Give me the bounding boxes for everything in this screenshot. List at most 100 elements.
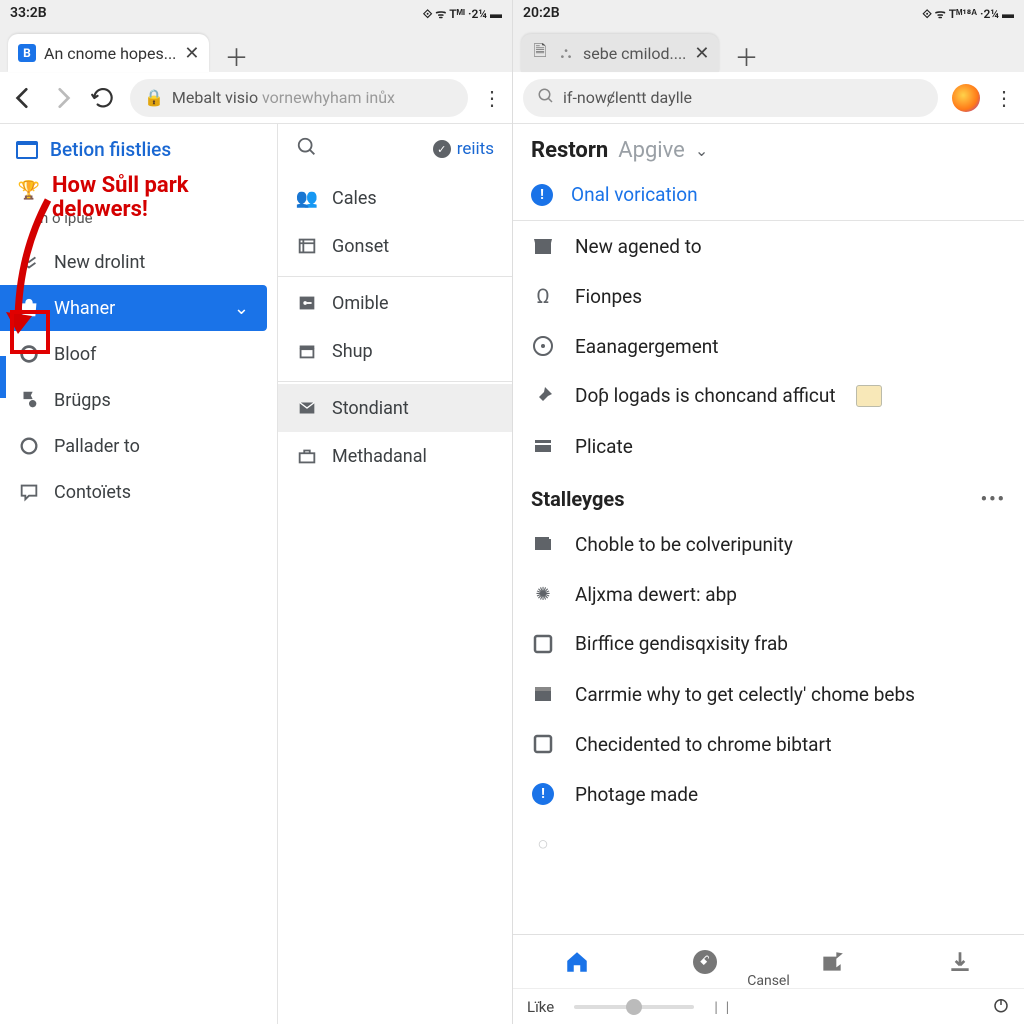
setting-plicate[interactable]: Plicate (513, 421, 1024, 471)
left-screenshot: 33:2B ⟐ ᯤ Tᴹᴵ ·2¼ ▬ B An cnome hopes... … (0, 0, 513, 1024)
search-bar[interactable]: if-nowȼlentt daylle (523, 79, 938, 117)
status-time: 33:2B (10, 5, 47, 21)
back-button[interactable] (10, 85, 36, 111)
setting-label: Doƥ logads is choncand afficut (575, 384, 836, 408)
mid-item-cales[interactable]: 👥 Cales (278, 174, 512, 222)
like-label[interactable]: Lïke (527, 998, 554, 1016)
browser-tab[interactable]: B An cnome hopes... ✕ (8, 34, 209, 72)
sidebar-item-new-drolint[interactable]: New drolint (0, 239, 277, 285)
setting-photage[interactable]: ! Photage made (513, 769, 1024, 819)
cancel-label[interactable]: Cansel (747, 973, 790, 989)
sidebar-item-brugps[interactable]: Brügps (0, 377, 277, 423)
tab-title: An cnome hopes... (44, 44, 176, 63)
status-bar-right: 20:2B ⟐ ᯤ Tᴹ¹⁸ᴬ ·2¼ ▬ (513, 0, 1024, 26)
mid-list: 👥 Cales Gonset Omible Shup (278, 174, 512, 480)
chevrons-down-icon (18, 251, 40, 273)
browser-tab[interactable]: 🗎 ⛬ sebe cmilod.... ✕ (521, 34, 719, 72)
sidebar-item-pallader[interactable]: Pallader to (0, 423, 277, 469)
zoom-slider[interactable] (574, 1005, 694, 1009)
setting-fionpes[interactable]: Ω Fionpes (513, 271, 1024, 321)
sidebar-list: 🏆 h o ipue New drolint Whaner ⌄ Bloof (0, 175, 277, 525)
mid-top-bar: reiits (278, 124, 512, 174)
page-heading[interactable]: Restorn Apgive ⌄ (513, 124, 1024, 173)
reload-button[interactable] (90, 85, 116, 111)
sidebar-item-label: Pallader to (54, 436, 140, 457)
circle-icon (18, 343, 40, 365)
favicon-b-icon: B (18, 44, 36, 62)
sidebar-item-ipue[interactable]: h o ipue (0, 203, 277, 239)
setting-label: Checidented to chrome bibtart (575, 733, 832, 756)
bottom-nav: ꗃ Cansel (513, 934, 1024, 988)
key-square-icon (296, 292, 318, 314)
reiits-label: reiits (457, 139, 494, 159)
window-icon (16, 141, 38, 159)
info-circle-icon: ! (531, 782, 555, 806)
right-screenshot: 20:2B ⟐ ᯤ Tᴹ¹⁸ᴬ ·2¼ ▬ 🗎 ⛬ sebe cmilod...… (513, 0, 1024, 1024)
setting-label: Eaanagergement (575, 335, 719, 358)
heading-bold: Restorn (531, 138, 608, 163)
sidebar-header[interactable]: Betion fiistlies (0, 124, 277, 175)
status-time: 20:2B (523, 5, 560, 21)
sidebar-item-label: Whaner (54, 298, 115, 319)
sidebar-item-bloof[interactable]: Bloof (0, 331, 277, 377)
setting-eaanagergement[interactable]: Eaanagergement (513, 321, 1024, 371)
mid-item-label: Cales (332, 188, 377, 209)
firefox-icon[interactable] (952, 84, 980, 112)
setting-truncated[interactable]: ○ (513, 819, 1024, 869)
pin-icon (531, 384, 555, 408)
reiits-badge[interactable]: reiits (433, 139, 494, 159)
menu-button[interactable]: ⋮ (482, 86, 502, 110)
sidebar-item-whaner[interactable]: Whaner ⌄ (0, 285, 267, 331)
more-icon[interactable]: ••• (981, 489, 1006, 510)
address-bar[interactable]: 🔒 Mebalt visio vornewhyham inůx (130, 79, 468, 117)
status-indicators: ⟐ ᯤ Tᴹᴵ ·2¼ ▬ (423, 5, 502, 22)
mid-item-label: Omible (332, 293, 389, 314)
search-text: if-nowȼlentt daylle (563, 88, 692, 108)
mail-icon (296, 397, 318, 419)
check-circle-icon (433, 140, 451, 158)
new-tab-button[interactable]: ＋ (729, 38, 763, 72)
nav-home[interactable] (564, 949, 590, 975)
setting-label: Plicate (575, 435, 633, 458)
setting-label: Choble to be colveripunity (575, 533, 793, 556)
forward-button[interactable] (50, 85, 76, 111)
power-icon[interactable] (992, 996, 1010, 1018)
pause-icon[interactable]: | | (714, 998, 731, 1016)
sidebar-item-contoiets[interactable]: Contoïets (0, 469, 277, 515)
mid-item-stondiant[interactable]: Stondiant (278, 384, 512, 432)
setting-aljxma[interactable]: ✺ Aljxma dewert: abp (513, 569, 1024, 619)
close-icon[interactable]: ✕ (184, 43, 199, 64)
nav-key[interactable]: ꗃ (692, 949, 718, 975)
setting-checidented[interactable]: Checidented to chrome bibtart (513, 719, 1024, 769)
sidebar-item-trophy[interactable]: 🏆 (0, 175, 277, 203)
search-icon[interactable] (296, 136, 318, 162)
setting-new-agened[interactable]: New agened to (513, 221, 1024, 271)
setting-label: Carrmie why to get celectly' chome bebs (575, 683, 915, 706)
new-tab-button[interactable]: ＋ (219, 38, 253, 72)
setting-label: Photage made (575, 783, 698, 806)
sidebar-item-label: New drolint (54, 252, 145, 273)
mid-item-omible[interactable]: Omible (278, 279, 512, 327)
close-icon[interactable]: ✕ (694, 43, 709, 64)
mid-item-methadanal[interactable]: Methadanal (278, 432, 512, 480)
setting-dop-logads[interactable]: Doƥ logads is choncand afficut (513, 371, 1024, 421)
checkbox-empty-icon (531, 632, 555, 656)
target-icon (531, 334, 555, 358)
picture-badge-icon (856, 385, 882, 407)
setting-carrmie[interactable]: Carrmie why to get celectly' chome bebs (513, 669, 1024, 719)
sidebar-item-label: h o ipue (40, 209, 93, 227)
mid-item-shup[interactable]: Shup (278, 327, 512, 375)
menu-button[interactable]: ⋮ (994, 86, 1014, 110)
toolbar: 🔒 Mebalt visio vornewhyham inůx ⋮ (0, 72, 512, 124)
setting-label: New agened to (575, 235, 702, 258)
lock-icon: 🔒 (144, 88, 164, 107)
mid-item-gonset[interactable]: Gonset (278, 222, 512, 270)
setting-choble[interactable]: Choble to be colveripunity (513, 519, 1024, 569)
onal-vorication-link[interactable]: ! Onal vorication (513, 173, 1024, 221)
setting-birffice[interactable]: Biɾffice gendisqxisity frab (513, 619, 1024, 669)
nav-share[interactable] (819, 949, 845, 975)
nav-download[interactable] (947, 949, 973, 975)
footer-bar: Lïke | | (513, 988, 1024, 1024)
sidebar-item-label: Brügps (54, 390, 111, 411)
circle-outline-icon (18, 435, 40, 457)
